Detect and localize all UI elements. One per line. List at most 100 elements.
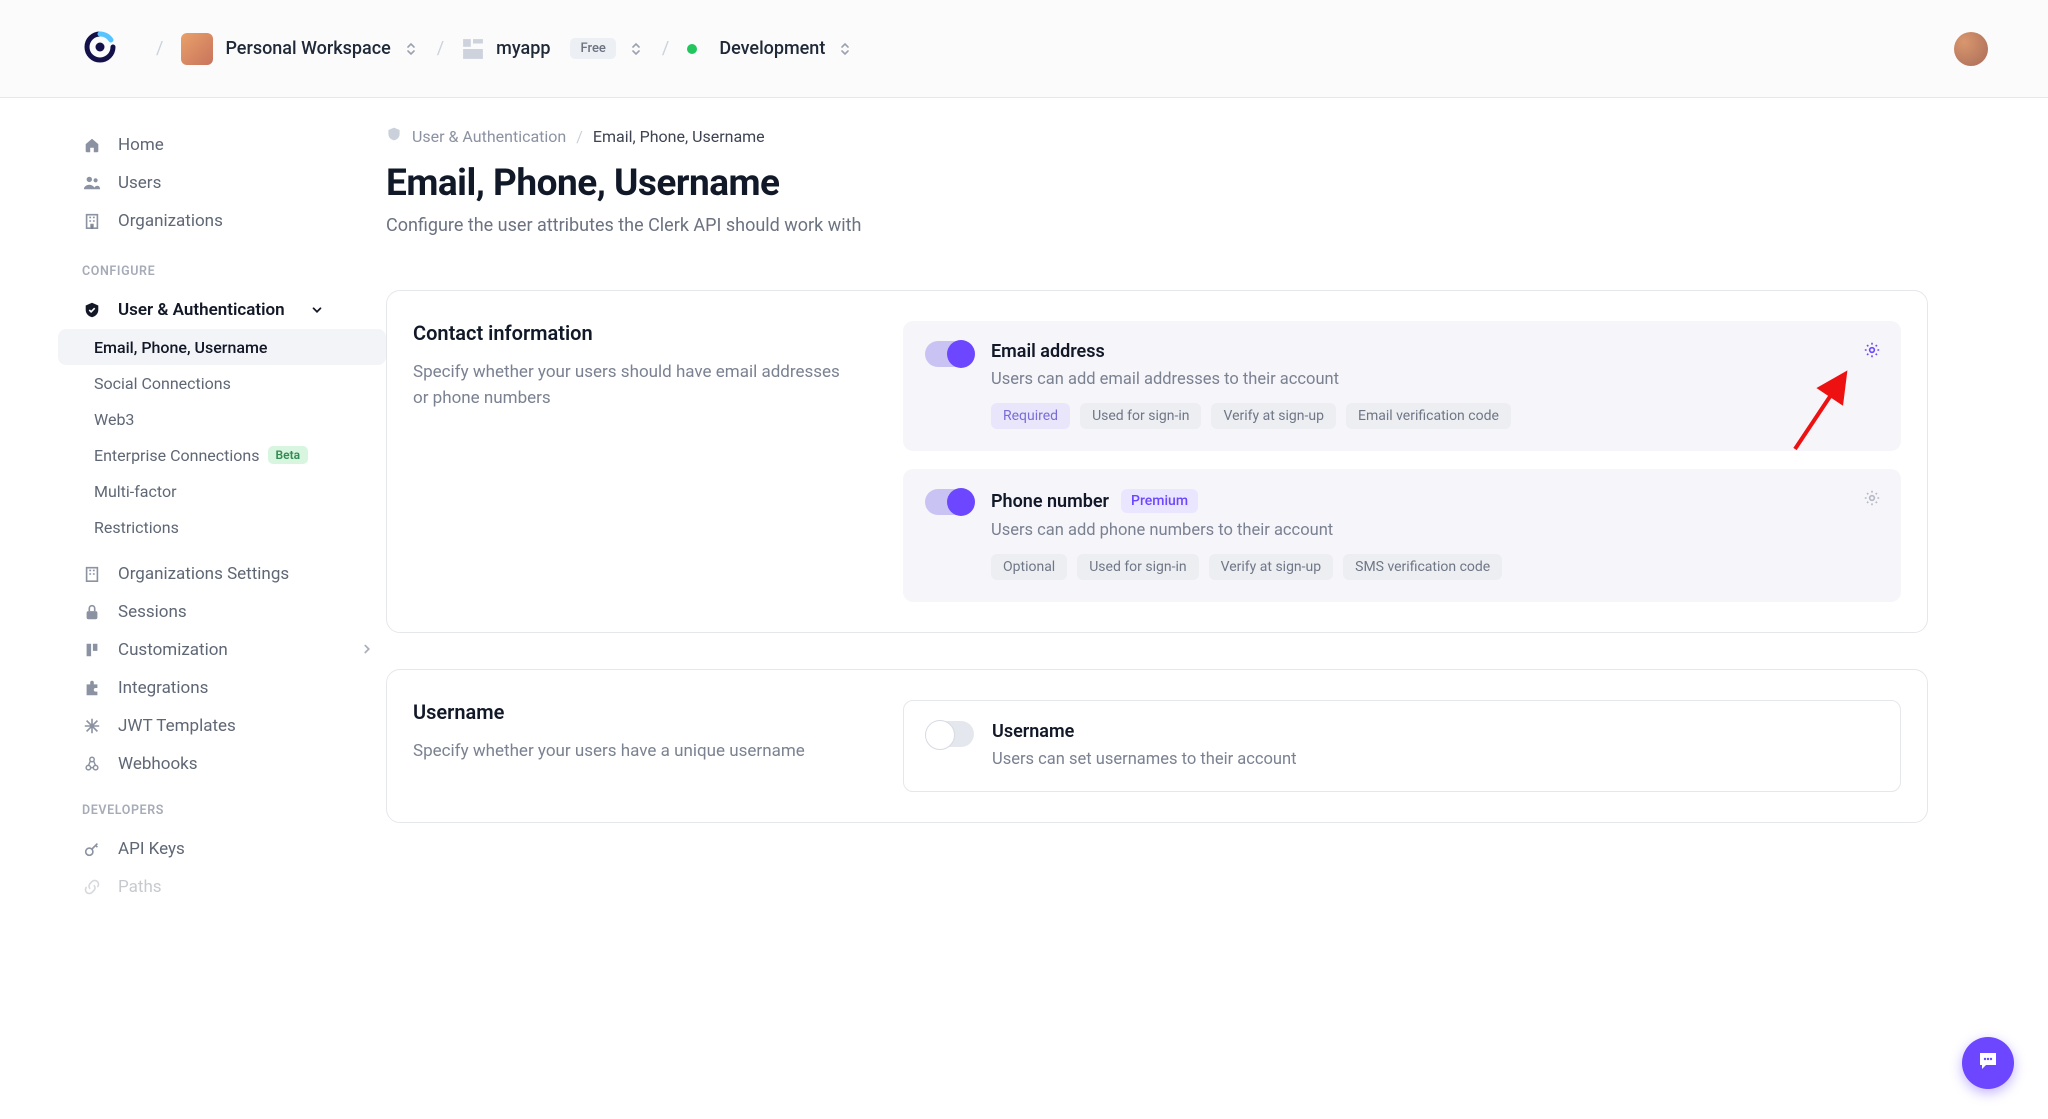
topbar: / Personal Workspace / myapp Free / Deve… [0,0,2048,98]
phone-settings-gear-icon[interactable] [1863,489,1881,511]
workspace-name: Personal Workspace [225,38,390,59]
sidebar-item-jwt[interactable]: JWT Templates [74,707,386,745]
building-icon [82,565,102,583]
username-card: Username Specify whether your users have… [386,669,1928,823]
env-switcher[interactable]: Development [687,38,853,59]
app-switcher[interactable]: myapp Free [462,38,644,60]
sidebar-section-developers: DEVELOPERS [82,803,386,818]
username-toggle[interactable] [926,721,974,747]
key-icon [82,840,102,858]
palette-icon [82,641,102,659]
user-avatar[interactable] [1954,32,1988,66]
sidebar-item-label: Paths [118,877,162,897]
breadcrumb-current: Email, Phone, Username [593,127,765,146]
chip: Verify at sign-up [1211,403,1336,429]
sidebar-item-customization[interactable]: Customization [74,631,386,669]
chip: Verify at sign-up [1209,554,1334,580]
card-heading: Username [413,700,843,724]
chat-fab[interactable] [1962,1037,2014,1089]
beta-badge: Beta [268,446,309,464]
puzzle-icon [82,679,102,697]
phone-option: Phone number Premium Users can add phone… [903,469,1901,602]
sidebar-item-label: Organizations Settings [118,564,289,584]
sidebar-sub-label: Web3 [94,410,134,429]
sidebar-sub-mfa[interactable]: Multi-factor [58,473,386,509]
chat-icon [1976,1049,2000,1077]
env-name: Development [719,38,825,59]
username-option-title: Username [992,721,1074,742]
users-icon [82,174,102,192]
sidebar-sub-label: Enterprise Connections [94,446,260,465]
breadcrumb-sep: / [156,38,163,59]
sidebar-sub-restrictions[interactable]: Restrictions [58,509,386,545]
page-subtitle: Configure the user attributes the Clerk … [386,215,1928,236]
sidebar-sub-label: Social Connections [94,374,231,393]
sidebar-item-organizations[interactable]: Organizations [74,202,386,240]
sidebar-item-user-auth[interactable]: User & Authentication [74,291,386,329]
premium-badge: Premium [1121,489,1198,513]
sidebar-item-users[interactable]: Users [74,164,386,202]
username-option: Username Users can set usernames to thei… [903,700,1901,792]
sidebar-item-integrations[interactable]: Integrations [74,669,386,707]
sidebar-item-label: Home [118,135,164,155]
email-option-desc: Users can add email addresses to their a… [991,370,1879,389]
chip-required: Required [991,403,1070,429]
sidebar-item-home[interactable]: Home [74,126,386,164]
email-toggle[interactable] [925,341,973,367]
chevron-updown-icon [628,41,644,57]
sidebar-sub-email-phone-username[interactable]: Email, Phone, Username [58,329,386,365]
sidebar-item-org-settings[interactable]: Organizations Settings [74,555,386,593]
lock-icon [82,603,102,621]
app-grid-icon [462,38,484,60]
sidebar: Home Users Organizations CONFIGURE User … [0,98,386,1119]
sidebar-item-label: User & Authentication [118,300,285,320]
sidebar-item-label: Customization [118,640,228,660]
card-description: Specify whether your users should have e… [413,359,843,412]
chip: Email verification code [1346,403,1511,429]
sidebar-sub-label: Email, Phone, Username [94,338,268,357]
sidebar-sub-enterprise[interactable]: Enterprise Connections Beta [58,437,386,473]
home-icon [82,136,102,154]
breadcrumb-sep: / [576,127,583,146]
chip: SMS verification code [1343,554,1502,580]
plan-badge: Free [570,38,615,59]
email-settings-gear-icon[interactable] [1863,341,1881,363]
sidebar-item-label: Webhooks [118,754,198,774]
clerk-logo-icon[interactable] [26,31,138,67]
workspace-switcher[interactable]: Personal Workspace [181,33,418,65]
link-icon [82,878,102,896]
sidebar-item-webhooks[interactable]: Webhooks [74,745,386,783]
app-name: myapp [496,38,550,59]
shield-check-icon [82,301,102,319]
chevron-updown-icon [403,41,419,57]
sidebar-sub-label: Restrictions [94,518,179,537]
phone-option-title: Phone number [991,491,1109,512]
breadcrumb-link[interactable]: User & Authentication [412,127,566,146]
sidebar-sub-label: Multi-factor [94,482,177,501]
main-content: User & Authentication / Email, Phone, Us… [386,98,2048,1119]
sidebar-item-label: JWT Templates [118,716,236,736]
shield-icon [386,126,402,146]
sidebar-section-configure: CONFIGURE [82,264,386,279]
chip: Used for sign-in [1080,403,1201,429]
phone-toggle[interactable] [925,489,973,515]
webhook-icon [82,755,102,773]
chevron-updown-icon [837,41,853,57]
sidebar-item-api-keys[interactable]: API Keys [74,830,386,868]
sidebar-item-paths[interactable]: Paths [74,868,386,906]
workspace-avatar [181,33,213,65]
env-status-dot-icon [687,44,697,54]
breadcrumb-sep: / [662,38,669,59]
chip: Optional [991,554,1067,580]
sidebar-item-label: API Keys [118,839,185,859]
sidebar-sub-social[interactable]: Social Connections [58,365,386,401]
email-option: Email address Users can add email addres… [903,321,1901,451]
breadcrumb: User & Authentication / Email, Phone, Us… [386,126,1928,146]
sidebar-item-label: Organizations [118,211,223,231]
card-heading: Contact information [413,321,843,345]
card-description: Specify whether your users have a unique… [413,738,843,764]
page-title: Email, Phone, Username [386,162,1928,205]
sidebar-item-sessions[interactable]: Sessions [74,593,386,631]
chevron-right-icon [360,641,374,660]
sidebar-sub-web3[interactable]: Web3 [58,401,386,437]
